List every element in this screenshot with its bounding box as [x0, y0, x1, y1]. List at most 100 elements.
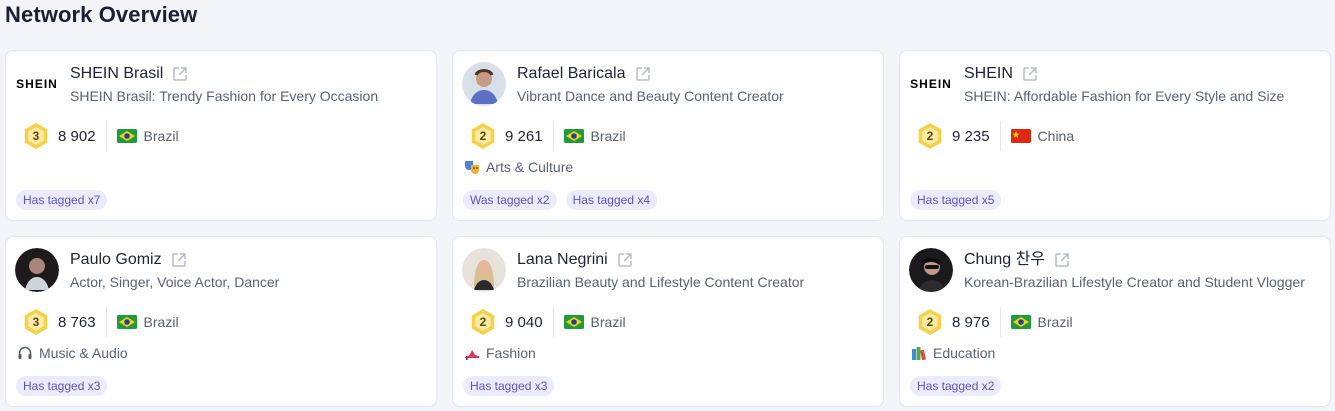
profile-stats: 2 9 040 Brazil	[469, 307, 626, 337]
avatar	[15, 248, 59, 292]
tag-chip[interactable]: Has tagged x4	[565, 190, 657, 210]
tag-chip[interactable]: Was tagged x2	[463, 190, 557, 210]
profile-card[interactable]: Paulo Gomiz Actor, Singer, Voice Actor, …	[5, 236, 437, 407]
category-label: Fashion	[486, 345, 536, 361]
brazil-flag-icon	[1010, 315, 1031, 329]
divider	[999, 121, 1001, 151]
profile-description: SHEIN Brasil: Trendy Fashion for Every O…	[70, 88, 379, 104]
external-link-icon[interactable]	[1021, 65, 1039, 83]
china-flag-icon	[1010, 129, 1031, 143]
profile-stats: 2 9 261 Brazil	[469, 121, 626, 151]
profile-card[interactable]: Lana Negrini Brazilian Beauty and Lifest…	[452, 236, 884, 407]
rank-badge-icon: 3	[22, 308, 50, 336]
country-label: Brazil	[590, 314, 626, 330]
external-link-icon[interactable]	[170, 251, 188, 269]
avatar: SHEIN	[909, 62, 953, 106]
avatar: SHEIN	[15, 62, 59, 106]
profile-stats: 3 8 902 Brazil	[22, 121, 179, 151]
divider	[999, 307, 1001, 337]
profile-card[interactable]: SHEIN SHEIN Brasil SHEIN Brasil: Trendy …	[5, 50, 437, 221]
profile-name[interactable]: Paulo Gomiz	[70, 249, 162, 271]
divider	[105, 307, 107, 337]
country-label: Brazil	[590, 128, 626, 144]
page-title: Network Overview	[5, 2, 198, 27]
avatar-photo	[909, 248, 953, 292]
profile-name[interactable]: Chung 찬우	[964, 249, 1045, 271]
profile-description: Actor, Singer, Voice Actor, Dancer	[70, 274, 280, 290]
tag-list: Has tagged x5	[910, 190, 1002, 210]
score-value: 8 763	[58, 313, 96, 331]
category-label: Arts & Culture	[486, 159, 574, 175]
avatar-photo	[462, 62, 506, 106]
brazil-flag-icon	[563, 129, 584, 143]
profile-name[interactable]: Lana Negrini	[517, 249, 608, 271]
tag-list: Has tagged x2	[910, 376, 1002, 396]
shein-logo: SHEIN	[910, 77, 952, 91]
country-label: Brazil	[143, 128, 179, 144]
country-label: Brazil	[143, 314, 179, 330]
rank-badge-icon: 2	[916, 308, 944, 336]
category-label: Music & Audio	[39, 345, 128, 361]
tag-chip[interactable]: Has tagged x3	[463, 376, 555, 396]
score-value: 8 976	[952, 313, 990, 331]
avatar	[462, 62, 506, 106]
profile-description: Korean-Brazilian Lifestyle Creator and S…	[964, 274, 1305, 290]
avatar	[462, 248, 506, 292]
tag-chip[interactable]: Has tagged x7	[16, 190, 108, 210]
tag-list: Was tagged x2 Has tagged x4	[463, 190, 657, 210]
brazil-flag-icon	[563, 315, 584, 329]
brazil-flag-icon	[116, 315, 137, 329]
external-link-icon[interactable]	[1053, 251, 1071, 269]
theater-masks-icon	[465, 161, 479, 174]
brazil-flag-icon	[116, 129, 137, 143]
rank-badge-icon: 2	[916, 122, 944, 150]
profile-name[interactable]: Rafael Baricala	[517, 63, 626, 85]
high-heel-icon	[465, 350, 479, 360]
divider	[552, 121, 554, 151]
tag-chip[interactable]: Has tagged x3	[16, 376, 108, 396]
score-value: 9 040	[505, 313, 543, 331]
profile-stats: 2 9 235 China	[916, 121, 1074, 151]
network-card-grid: SHEIN SHEIN Brasil SHEIN Brasil: Trendy …	[5, 50, 1331, 407]
score-value: 8 902	[58, 127, 96, 145]
profile-name[interactable]: SHEIN	[964, 63, 1013, 85]
profile-description: Brazilian Beauty and Lifestyle Content C…	[517, 274, 805, 290]
rank-number: 2	[926, 315, 934, 329]
profile-stats: 3 8 763 Brazil	[22, 307, 179, 337]
score-value: 9 235	[952, 127, 990, 145]
category: Arts & Culture	[464, 159, 573, 175]
external-link-icon[interactable]	[616, 251, 634, 269]
avatar-photo	[15, 248, 59, 292]
tag-list: Has tagged x3	[463, 376, 555, 396]
divider	[105, 121, 107, 151]
profile-description: Vibrant Dance and Beauty Content Creator	[517, 88, 784, 104]
headphones-icon	[18, 346, 32, 359]
country-label: China	[1037, 128, 1075, 144]
profile-card[interactable]: Rafael Baricala Vibrant Dance and Beauty…	[452, 50, 884, 221]
external-link-icon[interactable]	[634, 65, 652, 83]
tag-chip[interactable]: Has tagged x5	[910, 190, 1002, 210]
profile-stats: 2 8 976 Brazil	[916, 307, 1073, 337]
avatar	[909, 248, 953, 292]
country-label: Brazil	[1037, 314, 1073, 330]
rank-number: 2	[479, 129, 487, 143]
rank-badge-icon: 2	[469, 122, 497, 150]
rank-number: 3	[32, 129, 40, 143]
tag-list: Has tagged x7	[16, 190, 108, 210]
profile-card[interactable]: Chung 찬우 Korean-Brazilian Lifestyle Crea…	[899, 236, 1331, 407]
tag-chip[interactable]: Has tagged x2	[910, 376, 1002, 396]
category: Fashion	[464, 345, 536, 361]
books-icon	[912, 347, 926, 361]
external-link-icon[interactable]	[171, 65, 189, 83]
profile-card[interactable]: SHEIN SHEIN SHEIN: Affordable Fashion fo…	[899, 50, 1331, 221]
rank-number: 3	[32, 315, 40, 329]
divider	[552, 307, 554, 337]
profile-name[interactable]: SHEIN Brasil	[70, 63, 163, 85]
shein-logo: SHEIN	[16, 77, 58, 91]
category: Music & Audio	[17, 345, 128, 361]
category-label: Education	[933, 345, 996, 361]
avatar-photo	[462, 248, 506, 292]
rank-number: 2	[926, 129, 934, 143]
tag-list: Has tagged x3	[16, 376, 108, 396]
profile-description: SHEIN: Affordable Fashion for Every Styl…	[964, 88, 1285, 104]
